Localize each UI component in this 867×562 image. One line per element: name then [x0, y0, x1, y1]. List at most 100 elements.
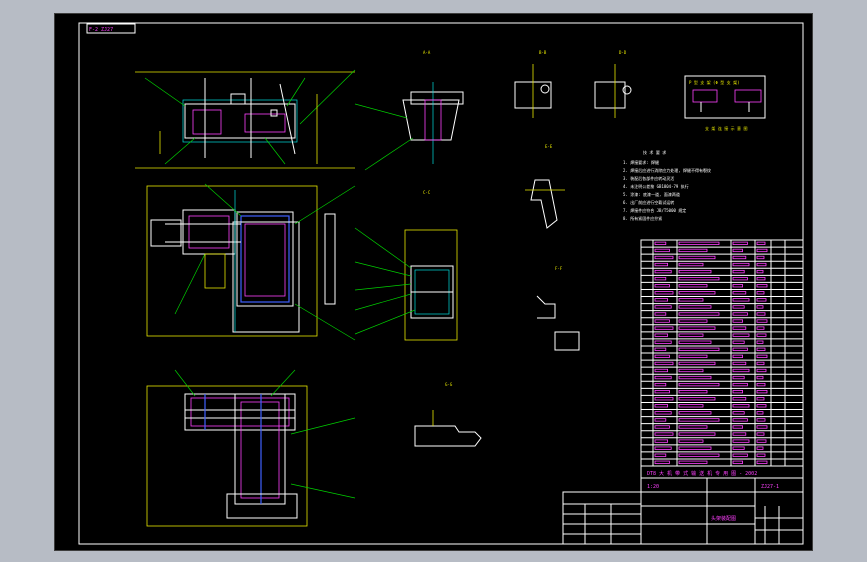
drawing-frame: F-2 ZJ27 A-A C-C B-B D-D E-E F-F G-G P 型…: [54, 13, 813, 551]
inset-title: P 型 支 架 (Φ 型 支 架): [689, 79, 740, 85]
university-line: DT8 大 机 带 式 输 送 机 专 用 图 - 2002: [647, 470, 757, 477]
bom-cell-mark: [756, 291, 765, 295]
bom-cell-mark: [678, 418, 720, 422]
bom-cell-mark: [756, 418, 766, 422]
bom-cell-mark: [756, 326, 765, 330]
bom-cell-mark: [678, 284, 708, 288]
bom-cell-mark: [654, 269, 672, 274]
bom-cell-mark: [678, 312, 720, 316]
bom-cell-mark: [756, 284, 768, 288]
detail-d: D-D: [594, 50, 632, 118]
bom-cell-mark: [654, 248, 670, 253]
bom-cell-mark: [654, 262, 669, 267]
bom-cell-mark: [678, 298, 704, 302]
bom-cell-mark: [678, 354, 708, 358]
tech-req-line: 4. 未注明公差按 GB1804-79 执行: [623, 183, 689, 189]
bom-cell-mark: [654, 425, 670, 429]
bom-cell-mark: [732, 425, 744, 429]
bom-cell-mark: [654, 333, 669, 337]
bom-cell-mark: [756, 340, 764, 344]
bom-cell-mark: [654, 375, 672, 380]
bom-cell-mark: [756, 269, 764, 274]
bom-cell-mark: [678, 382, 720, 387]
bom-cell-mark: [756, 262, 767, 267]
bom-cell-mark: [654, 361, 674, 366]
bom-cell-mark: [678, 375, 712, 380]
title-block: DT8 大 机 带 式 输 送 机 专 用 图 - 2002 1:20 ZJ27…: [562, 465, 804, 545]
bom-cell-mark: [678, 262, 704, 267]
bom-cell-mark: [654, 446, 672, 450]
bom-cell-mark: [654, 312, 667, 316]
tech-req-line: 3. 装配后各部件应转动灵活: [623, 175, 674, 181]
bom-cell-mark: [732, 418, 748, 422]
bom-cell-mark: [654, 411, 672, 415]
bom-cell-mark: [678, 326, 716, 330]
bom-cell-mark: [678, 248, 708, 253]
bom-cell-mark: [654, 291, 674, 295]
bom-cell-mark: [678, 390, 708, 394]
tech-req-line: 8. 所有紧固件应拧紧: [623, 215, 662, 221]
bom-cell-mark: [732, 439, 750, 443]
bom-cell-mark: [732, 382, 748, 387]
bom-cell-mark: [654, 255, 674, 260]
bom-cell-mark: [654, 404, 669, 408]
section-label-a: A-A: [423, 50, 431, 55]
bom-cell-mark: [732, 326, 747, 330]
bom-cell-mark: [732, 333, 750, 337]
bom-cell-mark: [678, 411, 712, 415]
bom-cell-mark: [732, 446, 745, 450]
bom-cell-mark: [678, 453, 720, 457]
bom-cell-mark: [678, 368, 704, 373]
bom-cell-mark: [654, 432, 674, 436]
bom-cell-mark: [678, 255, 716, 260]
bom-cell-mark: [654, 368, 669, 373]
bom-cell-mark: [732, 305, 745, 309]
bom-cell-mark: [732, 368, 750, 373]
section-c: C-C: [354, 190, 458, 341]
bom-cell-mark: [678, 241, 720, 245]
bom-cell-mark: [654, 284, 670, 288]
bom-cell-mark: [654, 460, 670, 464]
bom-cell-mark: [654, 354, 670, 358]
bom-cell-mark: [654, 418, 667, 422]
bom-cell-mark: [732, 284, 744, 288]
detail-g: G-G: [414, 382, 482, 447]
tech-req-line: 2. 焊接后应进行消除应力处理, 焊缝不得有裂纹: [623, 167, 711, 173]
bom-cell-mark: [732, 298, 750, 302]
bom-cell-mark: [756, 446, 764, 450]
section-a: A-A: [354, 50, 464, 171]
bom-cell-mark: [732, 255, 747, 260]
bom-cell-mark: [756, 298, 767, 302]
bom-cell-mark: [756, 248, 768, 253]
bom-cell-mark: [732, 411, 745, 415]
bom-cell-mark: [654, 319, 670, 323]
bom-cell-mark: [756, 333, 767, 337]
bom-cell-mark: [678, 460, 708, 464]
bom-cell-mark: [654, 347, 667, 351]
bom-cell-mark: [732, 319, 744, 323]
bom-cell-mark: [654, 326, 674, 330]
bom-cell-mark: [732, 340, 745, 344]
bom-cell-mark: [654, 277, 667, 281]
bom-cell-mark: [654, 241, 667, 245]
bom-cell-mark: [732, 404, 750, 408]
bom-cell-mark: [756, 390, 768, 394]
tech-req-line: 5. 涂漆: 底漆一道, 面漆两道: [623, 191, 680, 197]
bom-cell-mark: [732, 269, 745, 274]
bom-cell-mark: [678, 340, 712, 344]
sheet-scale: 1:20: [647, 484, 659, 490]
bom-cell-mark: [756, 460, 768, 464]
bom-cell-mark: [732, 277, 748, 281]
bom-cell-mark: [756, 439, 767, 443]
bom-cell-mark: [732, 347, 748, 351]
bom-cell-mark: [756, 432, 765, 436]
inset-detail: P 型 支 架 (Φ 型 支 架) 支 架 连 接 示 意 图: [684, 75, 766, 131]
part-name: 头架装配图: [711, 515, 736, 522]
bom-cell-mark: [654, 397, 674, 401]
bom-cell-mark: [756, 397, 765, 401]
bom-cell-mark: [678, 319, 708, 323]
bom-cell-mark: [678, 446, 712, 450]
bom-cell-mark: [756, 453, 766, 457]
bom-cell-mark: [732, 453, 748, 457]
detail-b: B-B: [514, 50, 552, 118]
